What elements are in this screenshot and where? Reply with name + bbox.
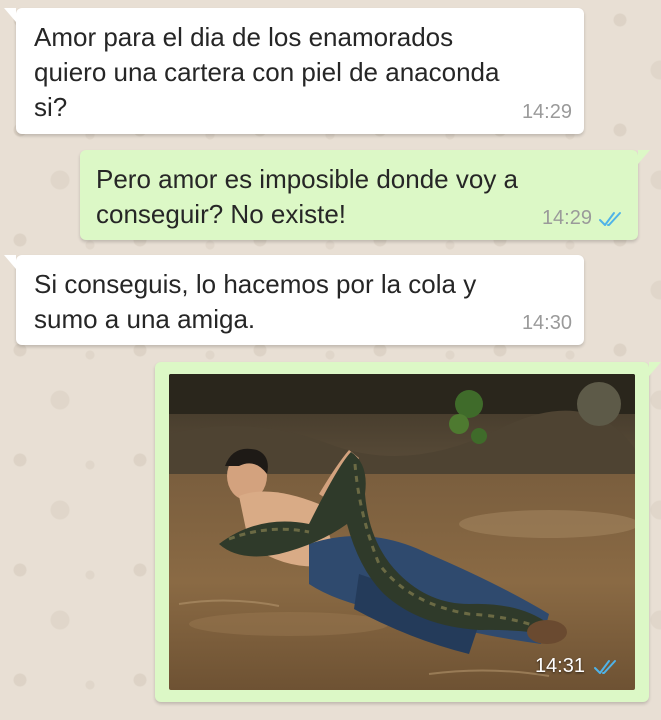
message-bubble-outgoing[interactable]: Pero amor es imposible donde voy a conse… (80, 150, 650, 240)
message-meta: 14:29 (522, 101, 572, 124)
message-time: 14:30 (521, 312, 572, 334)
message-text: Si conseguis, lo hacemos por la cola y s… (34, 269, 477, 334)
bubble-tail (649, 362, 661, 376)
message-time: 14:29 (521, 101, 572, 123)
message-time: 14:29 (541, 207, 592, 229)
message-text: Amor para el dia de los enamorados quier… (34, 22, 500, 122)
double-check-read-icon (599, 211, 621, 226)
photo-man-with-anaconda-in-river[interactable] (169, 374, 635, 690)
photo-image (169, 374, 635, 690)
bubble-tail (4, 255, 16, 269)
bubble-tail (4, 8, 16, 22)
message-bubble-incoming[interactable]: Amor para el dia de los enamorados quier… (4, 8, 584, 134)
message-bubble-incoming[interactable]: Si conseguis, lo hacemos por la cola y s… (4, 255, 584, 345)
message-meta: 14:29 (542, 207, 626, 230)
message-bubble-outgoing-image[interactable]: 14:31 (155, 362, 661, 702)
message-text: Pero amor es imposible donde voy a conse… (96, 164, 519, 229)
message-meta: 14:31 (535, 655, 621, 678)
message-time: 14:31 (534, 655, 585, 677)
message-meta: 14:30 (522, 312, 572, 335)
bubble-tail (638, 150, 650, 164)
double-check-read-icon (594, 659, 616, 674)
